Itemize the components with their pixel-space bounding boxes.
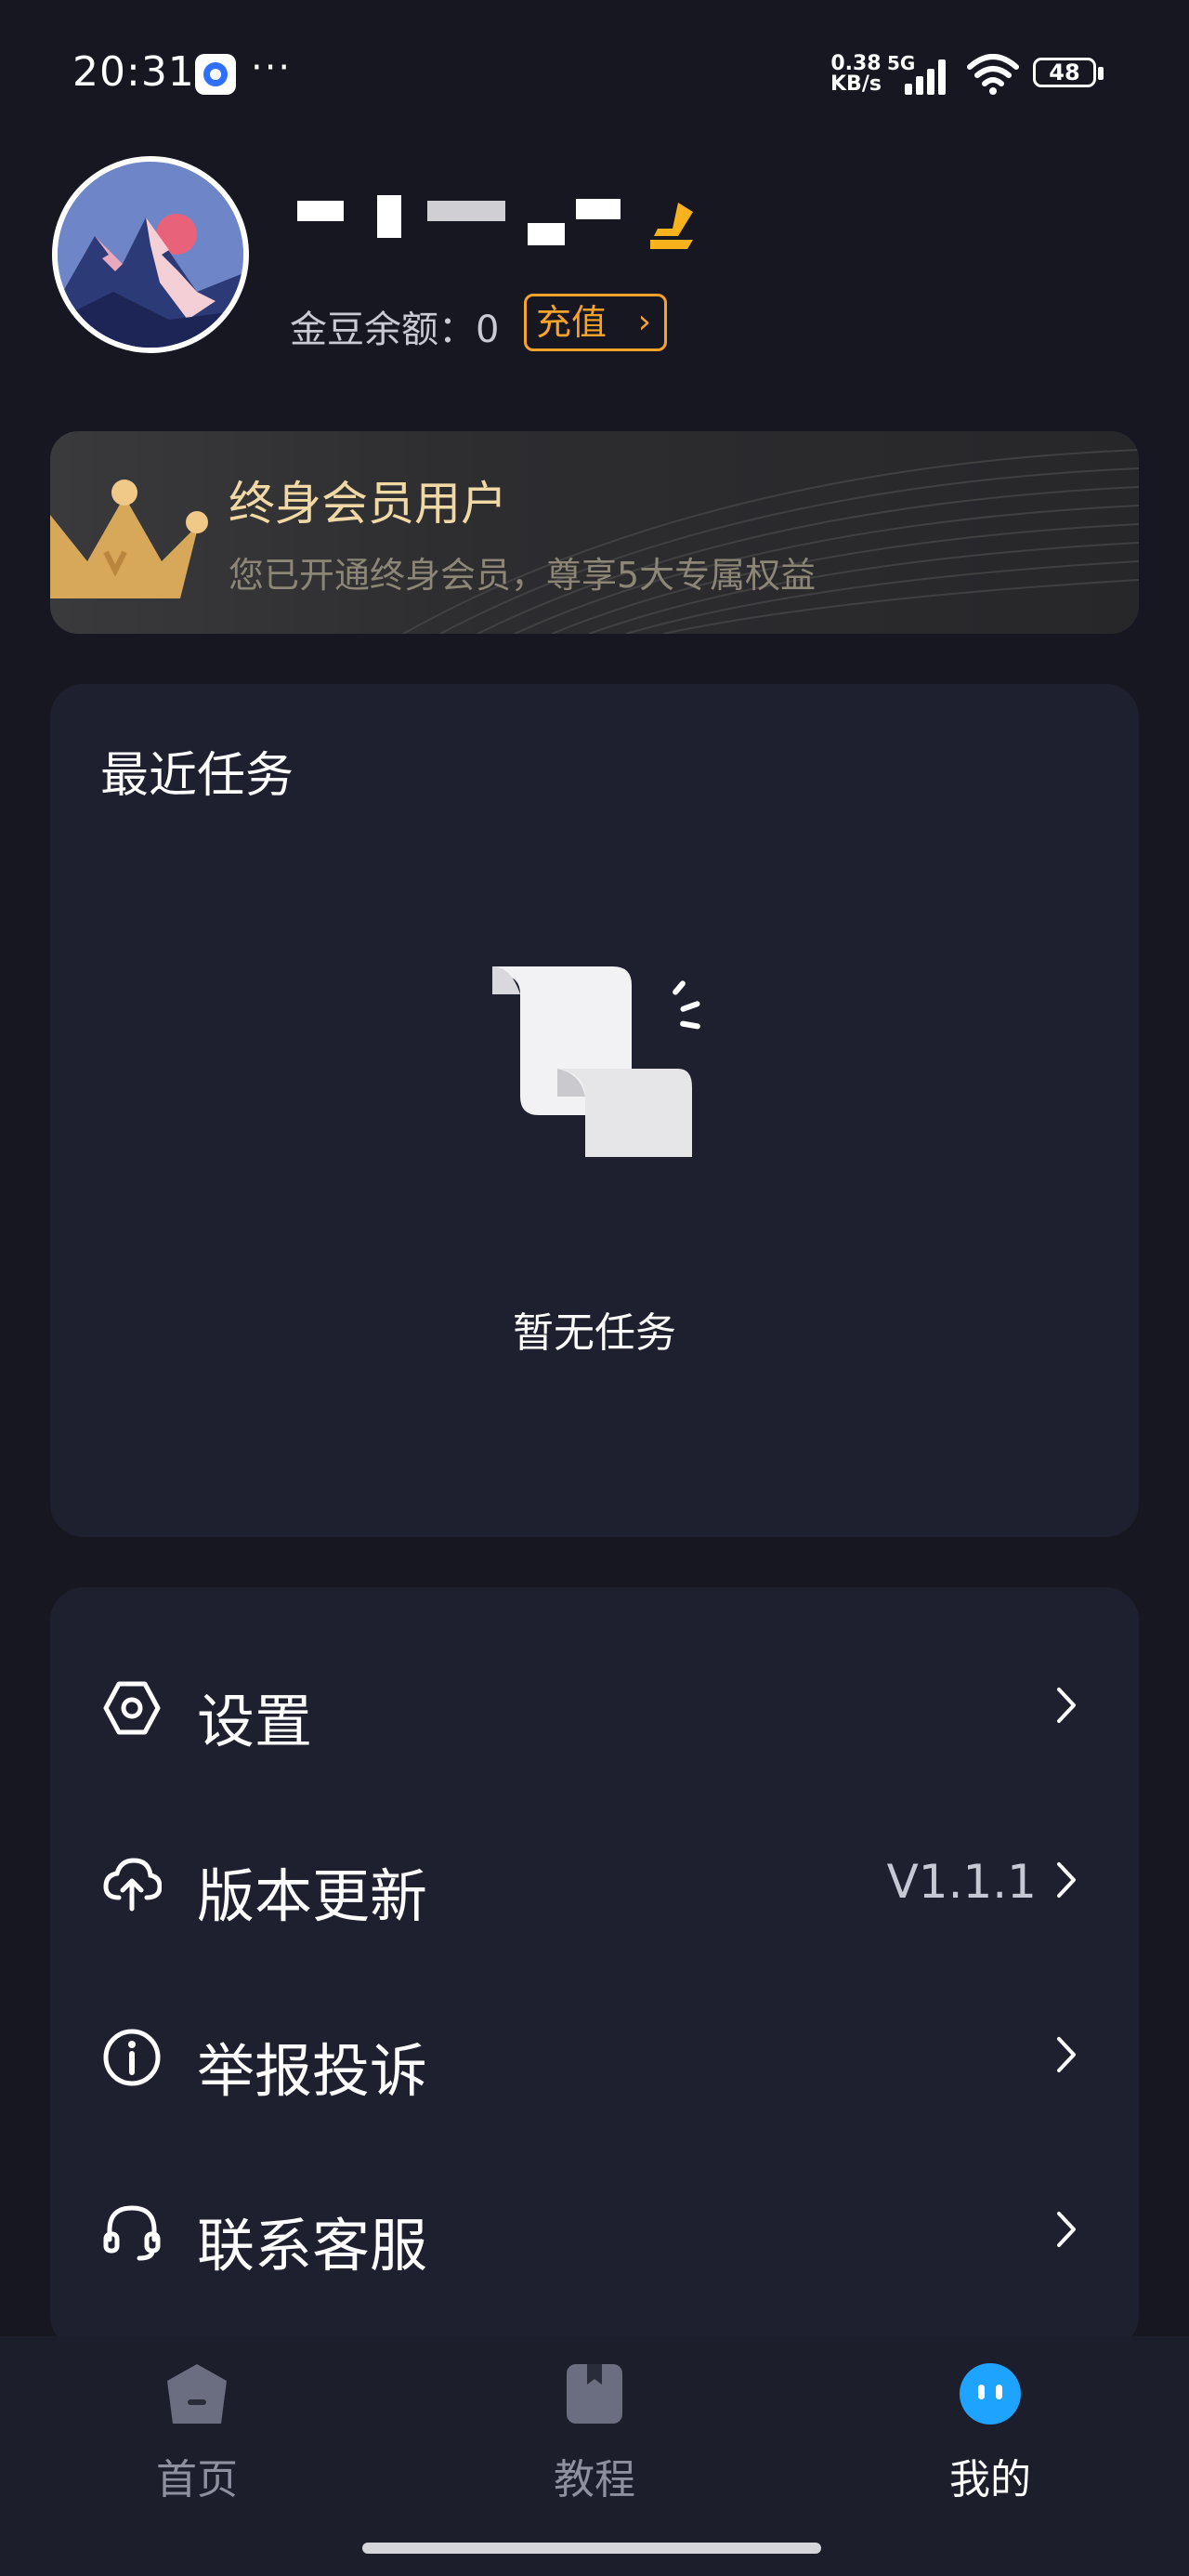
nav-tutorial[interactable]: 教程 xyxy=(492,2362,697,2511)
nav-home[interactable]: 首页 xyxy=(95,2362,299,2511)
app-notification-icon xyxy=(195,54,236,95)
chevron-right-icon: › xyxy=(637,303,651,341)
headset-icon xyxy=(103,2205,161,2261)
home-pentagon-icon xyxy=(167,2364,227,2424)
menu-item-label: 联系客服 xyxy=(197,2212,428,2280)
settings-hexagon-icon xyxy=(103,1681,161,1735)
banner-wave-pattern xyxy=(402,449,1139,634)
menu-item-settings[interactable]: 设置 xyxy=(50,1617,1139,1794)
avatar-mountain-image xyxy=(58,162,243,348)
book-icon xyxy=(567,2364,622,2424)
avatar[interactable] xyxy=(52,156,249,353)
wifi-icon xyxy=(967,54,1019,95)
chevron-right-icon xyxy=(1057,1862,1076,1898)
menu-item-report[interactable]: 举报投诉 xyxy=(50,1966,1139,2143)
gold-bean-balance: 金豆余额：0 xyxy=(290,309,500,351)
battery-level: 48 xyxy=(1049,59,1080,85)
version-value: V1.1.1 xyxy=(886,1855,1037,1909)
member-description: 您已开通终身会员，尊享5大专属权益 xyxy=(229,555,817,596)
nav-mine[interactable]: 我的 xyxy=(888,2362,1092,2511)
menu-item-label: 举报投诉 xyxy=(197,2037,428,2105)
home-indicator[interactable] xyxy=(362,2543,821,2554)
username-redacted xyxy=(297,195,632,247)
nav-label: 教程 xyxy=(554,2456,635,2504)
menu-item-label: 版本更新 xyxy=(197,1862,428,1930)
crown-icon xyxy=(50,480,208,598)
nav-label: 首页 xyxy=(156,2456,238,2504)
vip-badge-icon xyxy=(650,203,693,249)
signal-icon xyxy=(905,59,946,95)
empty-tasks-text: 暂无任务 xyxy=(513,1309,676,1357)
member-title: 终身会员用户 xyxy=(229,477,507,531)
menu-item-customer-service[interactable]: 联系客服 xyxy=(50,2141,1139,2318)
face-icon xyxy=(960,2363,1021,2425)
status-time: 20:31 xyxy=(72,48,195,96)
more-notifications-icon: ··· xyxy=(251,46,293,89)
chevron-right-icon xyxy=(1057,2212,1076,2247)
chevron-right-icon xyxy=(1057,1688,1076,1723)
nav-label: 我的 xyxy=(949,2456,1031,2504)
network-speed: 0.38 KB/s xyxy=(830,52,882,96)
lifetime-member-banner[interactable] xyxy=(50,431,1139,634)
cloud-upload-icon xyxy=(103,1858,162,1912)
menu-item-label: 设置 xyxy=(197,1688,313,1755)
recent-tasks-title: 最近任务 xyxy=(100,748,294,804)
recharge-label: 充值 xyxy=(536,302,608,343)
empty-document-icon xyxy=(492,966,700,1157)
info-circle-icon xyxy=(103,2029,161,2086)
menu-item-version-update[interactable]: 版本更新 V1.1.1 xyxy=(50,1792,1139,1968)
chevron-right-icon xyxy=(1057,2037,1076,2072)
battery-icon: 48 xyxy=(1033,58,1107,91)
recharge-button[interactable]: 充值 › xyxy=(524,294,667,351)
